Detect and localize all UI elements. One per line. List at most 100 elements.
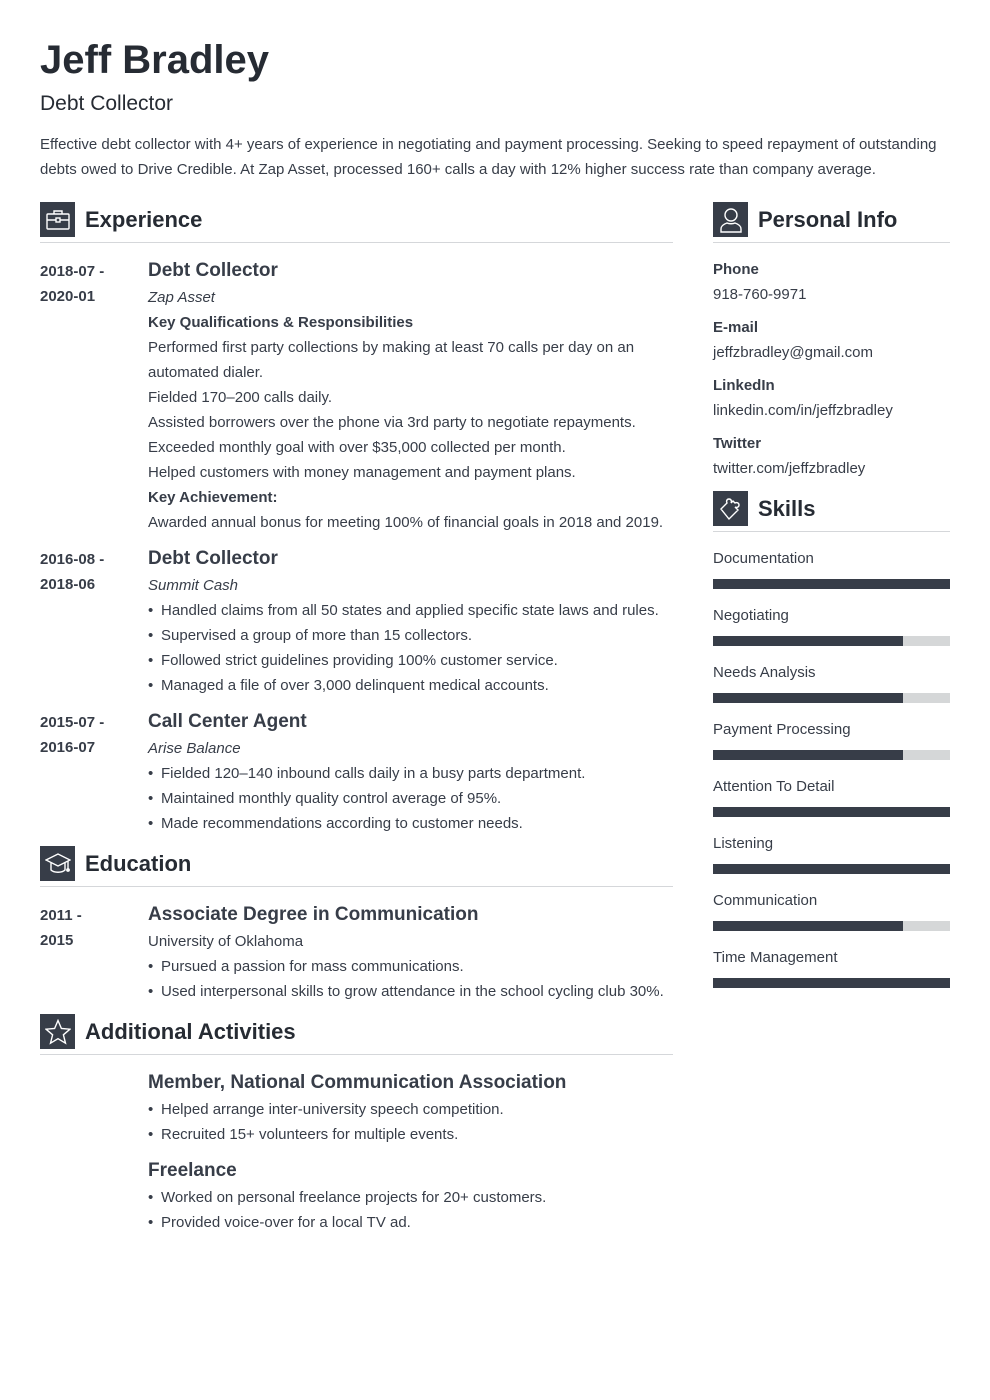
skill-level-bar	[713, 864, 950, 874]
bullet-list: Helped arrange inter-university speech c…	[148, 1097, 673, 1147]
phone-label: Phone	[713, 261, 759, 278]
bullet-item: Managed a file of over 3,000 delinquent …	[148, 673, 673, 698]
skill-level-bar	[713, 978, 950, 988]
email-value[interactable]: jeffzbradley@gmail.com	[713, 340, 950, 365]
skill-level-fill	[713, 807, 950, 817]
skill-item: Communication	[713, 888, 950, 931]
section-title: Skills	[758, 496, 816, 521]
section-title: Experience	[85, 207, 203, 232]
skill-item: Listening	[713, 831, 950, 874]
achievement-text: Awarded annual bonus for meeting 100% of…	[148, 514, 664, 531]
bullet-item: Maintained monthly quality control avera…	[148, 786, 673, 811]
right-column: Personal Info Phone 918-760-9971 E-mail …	[713, 202, 950, 1002]
linkedin-label: LinkedIn	[713, 377, 775, 394]
skill-item: Documentation	[713, 546, 950, 589]
puzzle-icon	[713, 491, 748, 526]
activity-entry: Freelance Worked on personal freelance p…	[40, 1157, 673, 1235]
left-column: Experience 2018-07 - 2020-01 Debt Collec…	[40, 202, 673, 1245]
entry-date: 2018-07 - 2020-01	[40, 259, 140, 309]
date-start: 2016-08 -	[40, 551, 105, 568]
entry-line: Helped customers with money management a…	[148, 464, 576, 481]
experience-section: Experience 2018-07 - 2020-01 Debt Collec…	[40, 202, 673, 836]
entry-line: Exceeded monthly goal with over $35,000 …	[148, 439, 566, 456]
skill-level-fill	[713, 636, 903, 646]
skill-item: Time Management	[713, 945, 950, 988]
education-section: Education 2011 - 2015 Associate Degree i…	[40, 846, 673, 1004]
date-end: 2018-06	[40, 576, 96, 593]
entry-date: 2015-07 - 2016-07	[40, 710, 140, 760]
entry-date: 2011 - 2015	[40, 903, 140, 953]
entry-role: Debt Collector	[148, 548, 278, 569]
bullet-list: Handled claims from all 50 states and ap…	[148, 598, 673, 698]
entry-line: Assisted borrowers over the phone via 3r…	[148, 414, 636, 431]
activity-entry: Member, National Communication Associati…	[40, 1069, 673, 1147]
entry-role: Debt Collector	[148, 260, 278, 281]
skill-level-bar	[713, 921, 950, 931]
bullet-list: Pursued a passion for mass communication…	[148, 954, 673, 1004]
section-header: Skills	[713, 491, 950, 532]
candidate-name: Jeff Bradley	[40, 38, 269, 82]
skill-level-fill	[713, 978, 950, 988]
activities-section: Additional Activities Member, National C…	[40, 1014, 673, 1235]
skills-list: Documentation Negotiating Needs Analysis Pa…	[713, 546, 950, 988]
skill-name: Communication	[713, 892, 818, 909]
activity-title: Freelance	[148, 1160, 237, 1181]
bullet-list: Worked on personal freelance projects fo…	[148, 1185, 673, 1235]
bullet-item: Worked on personal freelance projects fo…	[148, 1185, 673, 1210]
star-icon	[40, 1014, 75, 1049]
date-start: 2011 -	[40, 907, 82, 924]
activity-title: Member, National Communication Associati…	[148, 1072, 567, 1093]
phone-value: 918-760-9971	[713, 286, 807, 303]
bullet-item: Supervised a group of more than 15 colle…	[148, 623, 673, 648]
section-title: Personal Info	[758, 207, 898, 232]
twitter-value[interactable]: twitter.com/jeffzbradley	[713, 456, 950, 481]
entry-role: Call Center Agent	[148, 711, 307, 732]
bullet-item: Followed strict guidelines providing 100…	[148, 648, 673, 673]
skill-level-fill	[713, 750, 903, 760]
bullet-list: Fielded 120–140 inbound calls daily in a…	[148, 761, 673, 836]
briefcase-icon	[40, 202, 75, 237]
skill-level-bar	[713, 636, 950, 646]
skill-name: Needs Analysis	[713, 664, 816, 681]
graduation-cap-icon	[40, 846, 75, 881]
skill-level-fill	[713, 693, 903, 703]
bullet-item: Provided voice-over for a local TV ad.	[148, 1210, 673, 1235]
skill-name: Time Management	[713, 949, 838, 966]
education-entry: 2011 - 2015 Associate Degree in Communic…	[40, 901, 673, 1004]
bullet-item: Fielded 120–140 inbound calls daily in a…	[148, 761, 673, 786]
degree: Associate Degree in Communication	[148, 904, 479, 925]
experience-entry: 2016-08 - 2018-06 Debt Collector Summit …	[40, 545, 673, 698]
skill-level-bar	[713, 750, 950, 760]
skill-name: Payment Processing	[713, 721, 851, 738]
entry-org: Summit Cash	[148, 577, 239, 594]
experience-entry: 2015-07 - 2016-07 Call Center Agent Aris…	[40, 708, 673, 836]
section-title: Additional Activities	[85, 1019, 296, 1044]
date-end: 2016-07	[40, 739, 96, 756]
skill-name: Documentation	[713, 550, 814, 567]
linkedin-value[interactable]: linkedin.com/in/jeffzbradley	[713, 398, 950, 423]
entry-line: Fielded 170–200 calls daily.	[148, 389, 333, 406]
skill-level-fill	[713, 921, 903, 931]
entry-line: Performed first party collections by mak…	[148, 339, 635, 381]
skill-name: Listening	[713, 835, 774, 852]
school: University of Oklahoma	[148, 933, 304, 950]
bullet-item: Recruited 15+ volunteers for multiple ev…	[148, 1122, 673, 1147]
skill-level-fill	[713, 864, 950, 874]
personal-info-section: Personal Info Phone 918-760-9971 E-mail …	[713, 202, 950, 481]
candidate-title: Debt Collector	[40, 92, 174, 115]
date-end: 2015	[40, 932, 74, 949]
skill-item: Attention To Detail	[713, 774, 950, 817]
twitter-label: Twitter	[713, 435, 762, 452]
skill-item: Needs Analysis	[713, 660, 950, 703]
bullet-item: Pursued a passion for mass communication…	[148, 954, 673, 979]
achievement-heading: Key Achievement:	[148, 489, 278, 506]
entry-org: Arise Balance	[148, 740, 241, 757]
entry-date: 2016-08 - 2018-06	[40, 547, 140, 597]
date-start: 2015-07 -	[40, 714, 105, 731]
skill-item: Negotiating	[713, 603, 950, 646]
skill-level-bar	[713, 693, 950, 703]
date-end: 2020-01	[40, 288, 96, 305]
user-icon	[713, 202, 748, 237]
entry-org: Zap Asset	[148, 289, 215, 306]
section-header: Additional Activities	[40, 1014, 673, 1055]
